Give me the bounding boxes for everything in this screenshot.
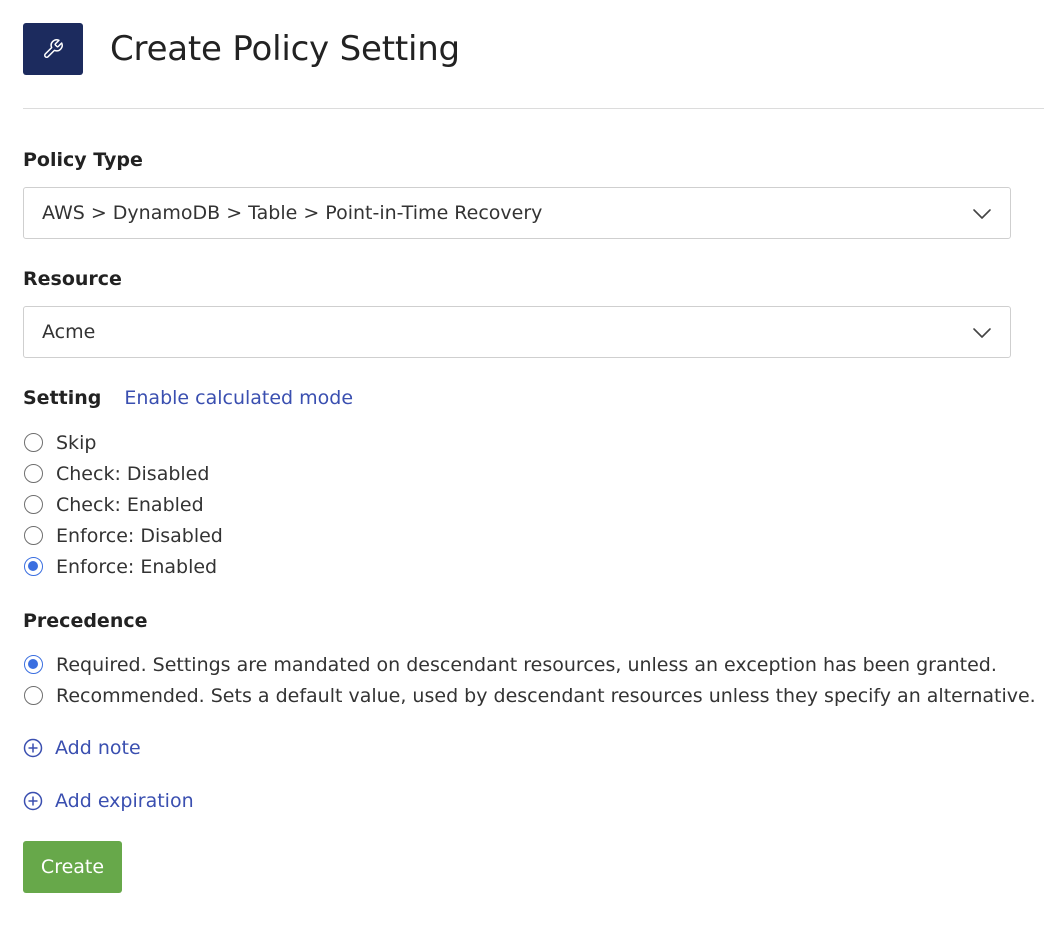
radio-label: Recommended. Sets a default value, used … [56, 684, 1036, 707]
create-button[interactable]: Create [23, 841, 122, 893]
resource-select[interactable]: Acme [23, 306, 1011, 358]
add-expiration-button[interactable]: Add expiration [23, 790, 194, 812]
radio-label: Check: Disabled [56, 462, 210, 485]
resource-value: Acme [42, 321, 96, 343]
radio-label: Enforce: Disabled [56, 524, 223, 547]
setting-radio-group: Skip Check: Disabled Check: Enabled Enfo… [24, 427, 223, 582]
resource-label: Resource [23, 268, 122, 290]
add-expiration-label[interactable]: Add expiration [55, 790, 194, 812]
header-divider [23, 108, 1044, 109]
precedence-option-required[interactable]: Required. Settings are mandated on desce… [24, 649, 1036, 680]
precedence-option-recommended[interactable]: Recommended. Sets a default value, used … [24, 680, 1036, 711]
radio-button-selected[interactable] [24, 557, 43, 576]
policy-type-label: Policy Type [23, 149, 143, 171]
wrench-icon [44, 39, 63, 58]
radio-button[interactable] [24, 526, 43, 545]
add-note-label[interactable]: Add note [55, 737, 141, 759]
radio-label: Check: Enabled [56, 493, 204, 516]
enable-calculated-mode-link[interactable]: Enable calculated mode [124, 387, 353, 409]
setting-option-check-enabled[interactable]: Check: Enabled [24, 489, 223, 520]
setting-option-check-disabled[interactable]: Check: Disabled [24, 458, 223, 489]
radio-label: Required. Settings are mandated on desce… [56, 653, 997, 676]
radio-button[interactable] [24, 464, 43, 483]
radio-button[interactable] [24, 495, 43, 514]
radio-label: Enforce: Enabled [56, 555, 218, 578]
setting-option-enforce-disabled[interactable]: Enforce: Disabled [24, 520, 223, 551]
setting-header: Setting Enable calculated mode [23, 387, 353, 409]
setting-label: Setting [23, 387, 102, 409]
radio-button[interactable] [24, 433, 43, 452]
header-icon-box [23, 23, 83, 75]
policy-type-value: AWS > DynamoDB > Table > Point-in-Time R… [42, 202, 543, 224]
plus-circle-icon [23, 791, 43, 811]
precedence-radio-group: Required. Settings are mandated on desce… [24, 649, 1036, 711]
page-header: Create Policy Setting [23, 23, 460, 75]
setting-option-enforce-enabled[interactable]: Enforce: Enabled [24, 551, 223, 582]
add-note-button[interactable]: Add note [23, 737, 141, 759]
page-title: Create Policy Setting [110, 29, 460, 69]
radio-button[interactable] [24, 686, 43, 705]
setting-option-skip[interactable]: Skip [24, 427, 223, 458]
policy-type-select[interactable]: AWS > DynamoDB > Table > Point-in-Time R… [23, 187, 1011, 239]
radio-button-selected[interactable] [24, 655, 43, 674]
radio-label: Skip [56, 431, 97, 454]
plus-circle-icon [23, 738, 43, 758]
precedence-label: Precedence [23, 610, 148, 632]
chevron-down-icon [973, 328, 991, 338]
chevron-down-icon [973, 209, 991, 219]
